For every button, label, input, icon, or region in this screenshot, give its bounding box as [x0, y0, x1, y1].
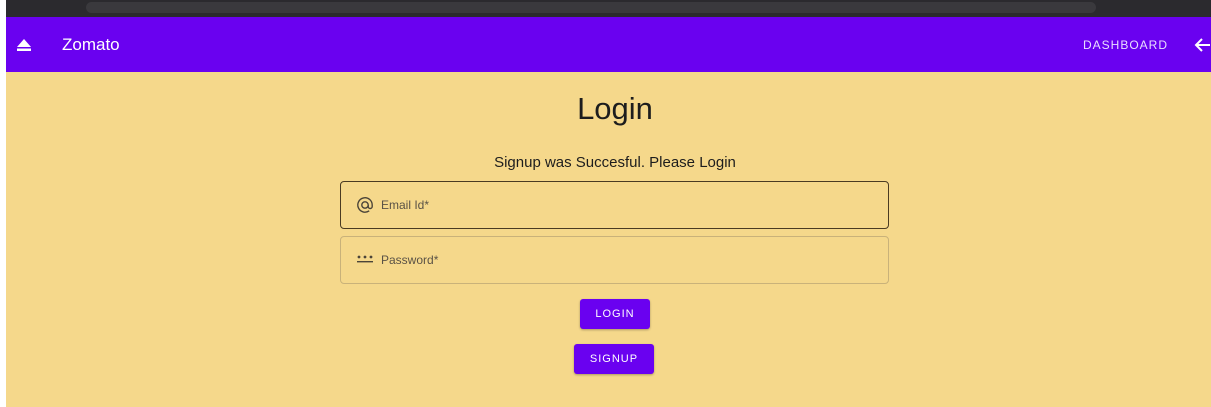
page-title: Login — [577, 91, 653, 126]
at-icon — [357, 197, 373, 213]
login-page: Login Signup was Succesful. Please Login… — [6, 72, 1211, 407]
login-button[interactable]: LOGIN — [580, 299, 650, 329]
signup-button[interactable]: SIGNUP — [574, 344, 654, 374]
browser-top-strip — [6, 0, 1211, 17]
email-field[interactable] — [340, 181, 889, 229]
password-field[interactable] — [340, 236, 889, 284]
password-input[interactable] — [381, 237, 881, 283]
eject-icon — [17, 39, 31, 51]
app-title: Zomato — [62, 35, 120, 54]
address-bar[interactable] — [86, 2, 1096, 13]
signup-success-message: Signup was Succesful. Please Login — [494, 154, 736, 171]
app-window: Zomato DASHBOARD Login Signup was Succes… — [6, 0, 1211, 407]
email-input[interactable] — [381, 182, 881, 228]
password-dots-icon — [357, 255, 373, 263]
dashboard-button[interactable]: DASHBOARD — [1071, 30, 1180, 60]
app-bar: Zomato DASHBOARD — [6, 17, 1211, 72]
arrow-left-icon[interactable] — [1193, 37, 1211, 53]
